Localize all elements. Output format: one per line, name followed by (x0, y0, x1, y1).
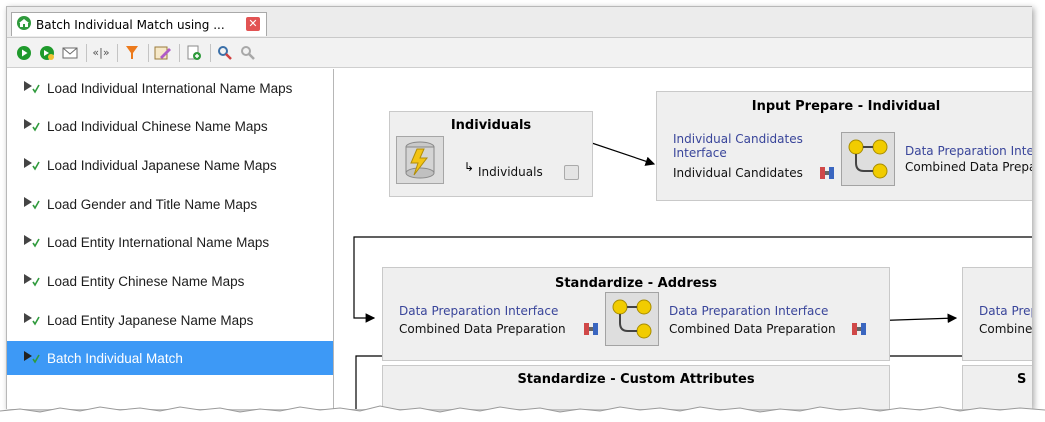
sidebar-item-load-entity-japanese-name-maps[interactable]: Load Entity Japanese Name Maps (7, 303, 333, 337)
sidebar-item-load-individual-japanese-name-maps[interactable]: Load Individual Japanese Name Maps (7, 148, 333, 182)
process-icon (23, 118, 41, 135)
find-next-icon[interactable] (239, 44, 257, 62)
run-from-icon[interactable] (38, 44, 56, 62)
output-label: Individuals (478, 165, 543, 179)
input-interface-link[interactable]: Individual Candidates Interface (673, 132, 833, 160)
sidebar-item-label: Load Gender and Title Name Maps (47, 196, 258, 212)
input-sub-label: Combined Data Preparation (399, 322, 566, 336)
node-title: Standardize - Custom Attributes (517, 372, 755, 387)
input-interface-link[interactable]: Data Preparation Interface (399, 304, 558, 318)
output-arrow-icon: ↳ (464, 160, 475, 174)
individuals-node[interactable]: Individuals ↳ Individuals (389, 111, 593, 197)
sidebar-item-label: Load Individual International Name Maps (47, 80, 293, 96)
node-title: Input Prepare - Individual (751, 99, 941, 114)
next-node-partial[interactable]: Data Prep Combined (962, 267, 1032, 361)
add-icon[interactable] (185, 44, 203, 62)
sidebar-item-load-entity-international-name-maps[interactable]: Load Entity International Name Maps (7, 225, 333, 259)
input-prepare-individual-node[interactable]: Input Prepare - Individual Individual Ca… (656, 91, 1032, 201)
torn-edge (0, 405, 1045, 422)
application-window: Batch Individual Match using ... ✕ «|» L… (6, 6, 1032, 409)
input-sub-label: Combined (979, 322, 1032, 336)
node-title: Standardize - Address (554, 276, 718, 291)
process-icon (23, 350, 41, 367)
sidebar-item-load-entity-chinese-name-maps[interactable]: Load Entity Chinese Name Maps (7, 264, 333, 298)
sidebar-item-label: Load Entity International Name Maps (47, 234, 270, 250)
tab-bar: Batch Individual Match using ... ✕ (7, 7, 1032, 38)
mapper-icon (841, 132, 895, 186)
toolbar-separator (210, 43, 211, 62)
tab-label: Batch Individual Match using ... (36, 17, 225, 32)
process-icon (23, 312, 41, 329)
filter-icon[interactable] (123, 44, 141, 62)
sidebar-item-batch-individual-match[interactable]: Batch Individual Match (7, 341, 333, 375)
process-icon (23, 80, 41, 97)
toolbar-separator (86, 43, 87, 62)
interface-icon (583, 322, 599, 339)
message-icon[interactable] (61, 44, 79, 62)
sidebar-item-label: Batch Individual Match (47, 350, 183, 366)
code-icon[interactable]: «|» (92, 44, 110, 62)
node-title: Individuals (450, 118, 532, 133)
process-canvas[interactable]: Individuals ↳ Individuals Input Prepare … (334, 69, 1032, 409)
toolbar-separator (179, 43, 180, 62)
toolbar-separator (117, 43, 118, 62)
sidebar-item-load-individual-chinese-name-maps[interactable]: Load Individual Chinese Name Maps (7, 109, 333, 143)
sidebar-item-load-gender-and-title-name-maps[interactable]: Load Gender and Title Name Maps (7, 187, 333, 221)
toolbar: «|» (7, 38, 1032, 68)
attribute-icon (564, 165, 579, 180)
sidebar-item-label: Load Individual Japanese Name Maps (47, 157, 277, 173)
standardize-address-node[interactable]: Standardize - Address Data Preparation I… (382, 267, 890, 361)
sidebar-item-label: Load Entity Chinese Name Maps (47, 273, 245, 289)
output-sub-label: Combined Data Prepar (905, 160, 1032, 174)
find-icon[interactable] (216, 44, 234, 62)
output-interface-link[interactable]: Data Preparation Interface (669, 304, 828, 318)
run-icon[interactable] (15, 44, 33, 62)
input-interface-link[interactable]: Data Prep (979, 304, 1032, 318)
sidebar-item-label: Load Entity Japanese Name Maps (47, 312, 254, 328)
sidebar-item-label: Load Individual Chinese Name Maps (47, 118, 268, 134)
input-sub-label: Individual Candidates (673, 166, 803, 180)
tab-batch-individual-match[interactable]: Batch Individual Match using ... ✕ (11, 12, 267, 36)
close-icon[interactable]: ✕ (246, 17, 260, 31)
data-source-icon (396, 136, 444, 184)
interface-icon (851, 322, 867, 339)
edit-icon[interactable] (154, 44, 172, 62)
process-icon (23, 273, 41, 290)
output-sub-label: Combined Data Preparation (669, 322, 836, 336)
process-icon (23, 157, 41, 174)
mapper-icon (605, 292, 659, 346)
toolbar-separator (148, 43, 149, 62)
sidebar-item-load-individual-international-name-maps[interactable]: Load Individual International Name Maps (7, 71, 333, 105)
process-icon (23, 234, 41, 251)
interface-icon (819, 166, 835, 183)
home-icon (16, 15, 32, 34)
process-list: Load Individual International Name Maps … (7, 69, 334, 409)
output-interface-link[interactable]: Data Preparation Inte (905, 144, 1032, 158)
process-icon (23, 196, 41, 213)
node-title: S (1017, 372, 1027, 387)
